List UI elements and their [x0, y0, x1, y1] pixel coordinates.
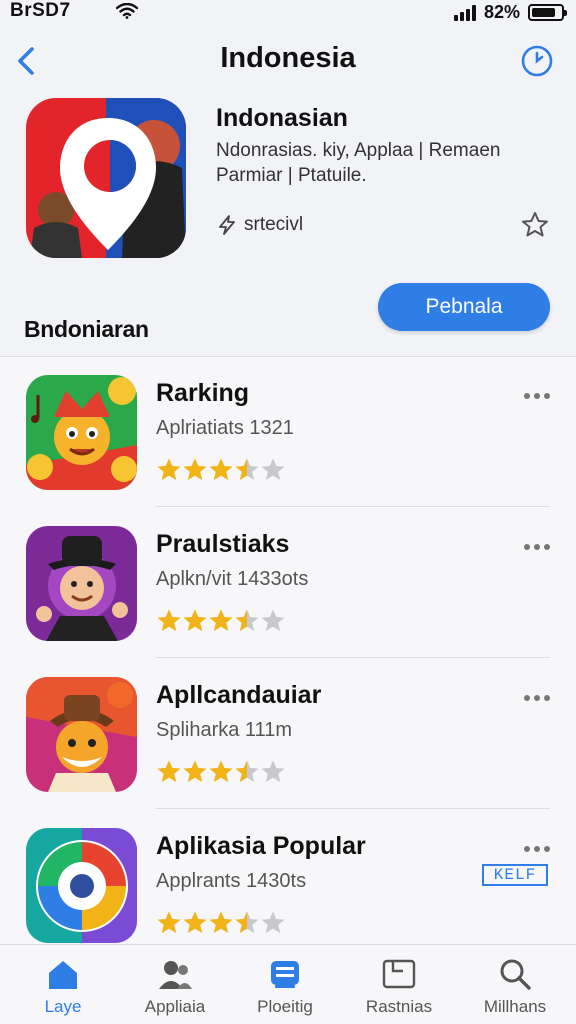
app-icon [26, 828, 137, 943]
star-filled-icon [157, 911, 181, 933]
wifi-icon [115, 2, 139, 24]
app-subtitle: Aplriatiats 1321 [156, 417, 294, 439]
battery-icon [528, 4, 567, 21]
search-icon [500, 959, 531, 990]
list-item[interactable]: Praulstiaks Aplkn/vit 1433ots [0, 508, 576, 658]
star-rating [156, 910, 286, 935]
list-item[interactable]: Apllcandauiar Spliharka 111m [0, 659, 576, 809]
app-title: Praulstiaks [156, 530, 290, 558]
star-half-icon [235, 458, 259, 480]
divider [156, 657, 550, 658]
ellipsis-icon [524, 544, 550, 550]
home-icon [49, 961, 77, 989]
list-item[interactable]: Aplikasia Popular Applrants 1430ts KELF [0, 810, 576, 960]
featured-app-title: Indonasian [216, 104, 348, 132]
navigation-bar: Indonesia [0, 34, 576, 86]
star-filled-icon [209, 911, 233, 933]
ellipsis-icon [524, 846, 550, 852]
app-icon [26, 677, 137, 792]
tab-search[interactable]: Millhans [460, 953, 570, 1023]
star-empty-icon [261, 609, 285, 631]
app-badge[interactable]: KELF [482, 864, 548, 886]
star-filled-icon [157, 458, 181, 480]
featured-app-description: Ndonrasias. kiy, Applaa | Remaen Parmiar… [216, 140, 501, 186]
carrier-label: BrSD7 [10, 0, 71, 21]
more-options-button[interactable] [522, 842, 552, 856]
star-filled-icon [183, 609, 207, 631]
star-empty-icon [261, 458, 285, 480]
list-item[interactable]: Rarking Aplriatiats 1321 [0, 357, 576, 507]
star-rating [156, 759, 286, 784]
star-half-icon [235, 760, 259, 782]
app-subtitle: Aplkn/vit 1433ots [156, 568, 309, 590]
star-outline-icon [522, 212, 548, 237]
battery-percent: 82% [483, 2, 520, 22]
star-filled-icon [157, 609, 181, 631]
app-list: Rarking Aplriatiats 1321 Praulstiaks Apl… [0, 356, 576, 946]
app-title: Apllcandauiar [156, 681, 322, 709]
more-options-button[interactable] [522, 691, 552, 705]
featured-app-tag: srtecivl [216, 214, 303, 236]
tab-stack-label: Ploeitig [257, 997, 313, 1016]
tab-stack[interactable]: Ploeitig [230, 953, 340, 1023]
page-title: Indonesia [220, 42, 356, 74]
favorite-button[interactable] [520, 210, 550, 240]
clock-icon [521, 45, 553, 77]
more-options-button[interactable] [522, 540, 552, 554]
stack-icon [271, 961, 299, 988]
star-filled-icon [209, 458, 233, 480]
tab-people[interactable]: Appliaia [120, 953, 230, 1023]
star-filled-icon [209, 609, 233, 631]
tab-folder-label: Rastnias [365, 997, 433, 1016]
tab-bar: Laye Appliaia Ploeitig Rastnias Millhans [0, 944, 576, 1024]
star-filled-icon [183, 911, 207, 933]
section-heading: Bndoniaran [24, 316, 149, 342]
signal-icon [453, 4, 476, 21]
star-filled-icon [183, 760, 207, 782]
tab-folder[interactable]: Rastnias [344, 953, 454, 1023]
star-rating [156, 608, 286, 633]
divider [156, 506, 550, 507]
app-title: Rarking [156, 379, 250, 407]
featured-app-tag-label: srtecivl [244, 214, 304, 235]
app-subtitle: Applrants 1430ts [156, 870, 307, 892]
bolt-icon [219, 215, 235, 235]
tab-search-label: Millhans [483, 997, 547, 1016]
star-empty-icon [261, 911, 285, 933]
folder-icon [382, 959, 416, 989]
app-title: Aplikasia Popular [156, 832, 366, 860]
star-half-icon [235, 609, 259, 631]
app-icon [26, 526, 137, 641]
app-subtitle: Spliharka 111m [156, 719, 292, 741]
tab-home[interactable]: Laye [8, 953, 118, 1023]
primary-action-button[interactable]: Pebnala [378, 283, 550, 331]
star-rating [156, 457, 286, 482]
ellipsis-icon [524, 695, 550, 701]
star-filled-icon [183, 458, 207, 480]
app-icon [26, 375, 137, 490]
star-filled-icon [209, 760, 233, 782]
people-icon [159, 961, 192, 989]
star-filled-icon [157, 760, 181, 782]
divider [156, 808, 550, 809]
ellipsis-icon [524, 393, 550, 399]
tab-people-label: Appliaia [144, 997, 206, 1016]
tab-home-label: Laye [44, 997, 82, 1016]
more-options-button[interactable] [522, 389, 552, 403]
featured-app-icon[interactable] [26, 98, 186, 258]
status-bar: BrSD7 82% [0, 0, 576, 26]
star-half-icon [235, 911, 259, 933]
history-button[interactable] [520, 44, 554, 78]
star-empty-icon [261, 760, 285, 782]
